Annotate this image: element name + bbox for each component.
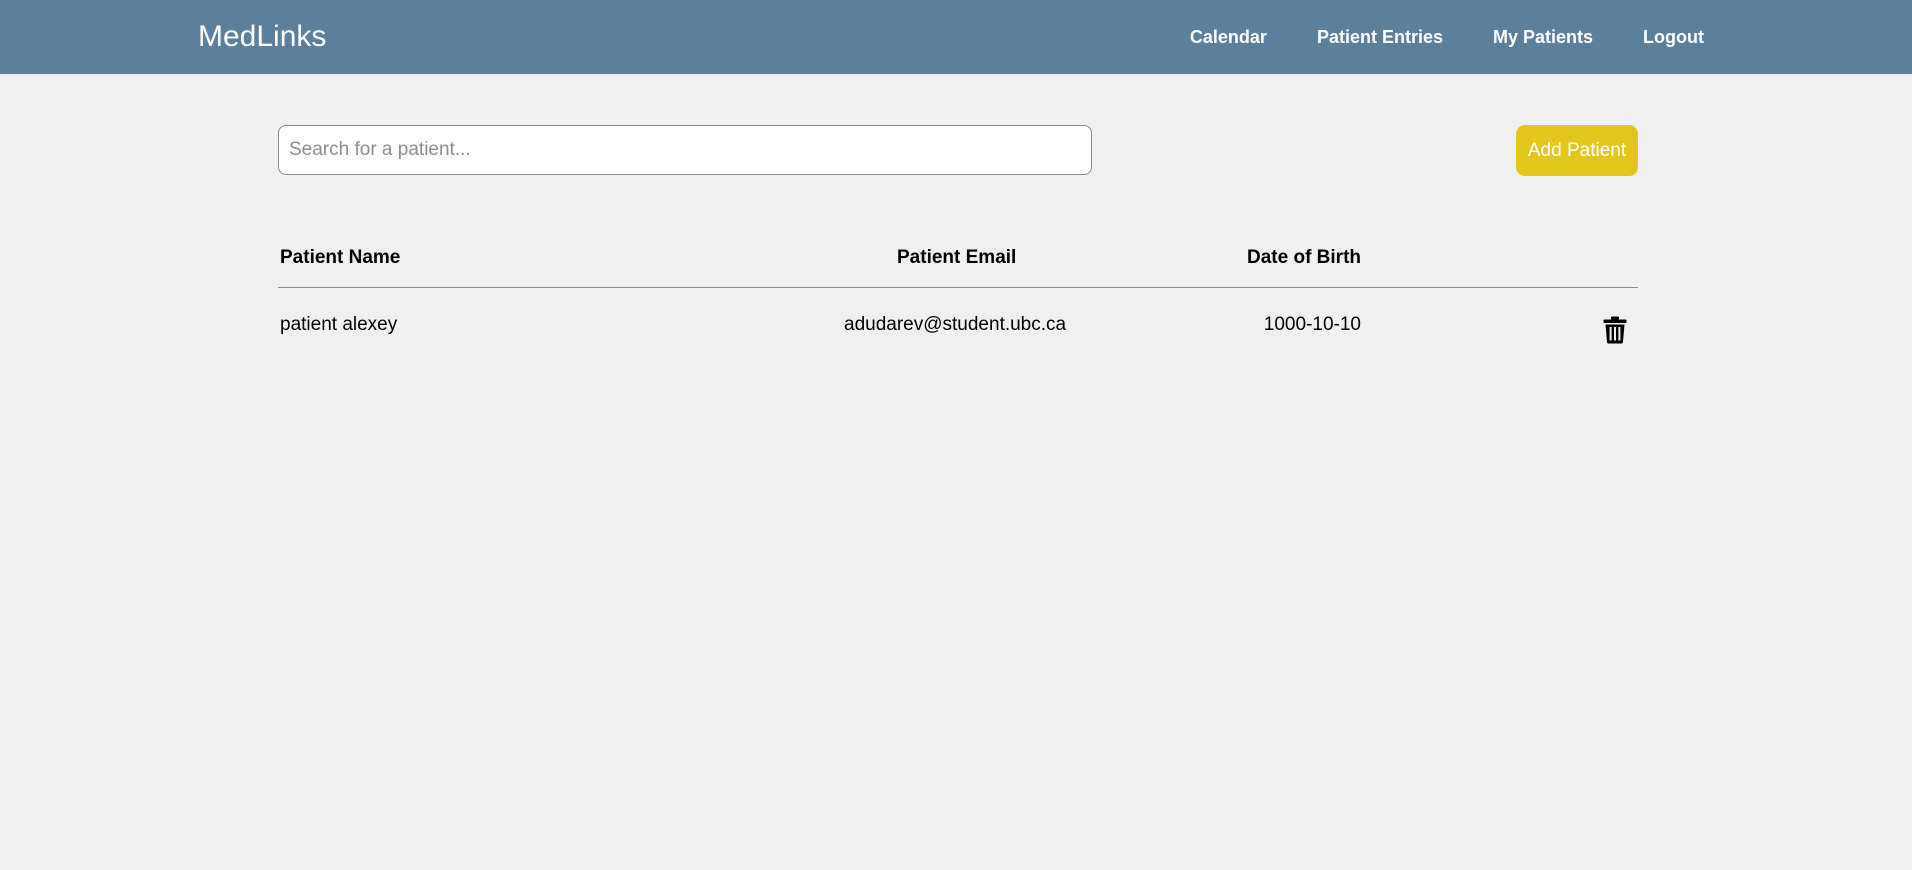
nav-link-patient-entries[interactable]: Patient Entries <box>1317 27 1443 48</box>
trash-icon[interactable] <box>1603 316 1627 344</box>
nav-links: Calendar Patient Entries My Patients Log… <box>1140 0 1704 74</box>
top-navbar: MedLinks Calendar Patient Entries My Pat… <box>0 0 1912 74</box>
brand-logo[interactable]: MedLinks <box>198 17 326 57</box>
patient-search-input[interactable] <box>278 125 1092 175</box>
column-header-date-of-birth: Date of Birth <box>1247 247 1361 268</box>
nav-link-logout[interactable]: Logout <box>1643 27 1704 48</box>
patient-name-cell: patient alexey <box>280 314 398 335</box>
nav-link-my-patients[interactable]: My Patients <box>1493 27 1593 48</box>
patient-email-cell: adudarev@student.ubc.ca <box>844 314 1067 335</box>
column-header-patient-name: Patient Name <box>280 247 401 268</box>
table-header-divider <box>278 287 1638 288</box>
nav-link-calendar[interactable]: Calendar <box>1190 27 1267 48</box>
add-patient-button[interactable]: Add Patient <box>1516 125 1638 176</box>
column-header-patient-email: Patient Email <box>897 247 1017 268</box>
patient-dob-cell: 1000-10-10 <box>1263 314 1361 335</box>
